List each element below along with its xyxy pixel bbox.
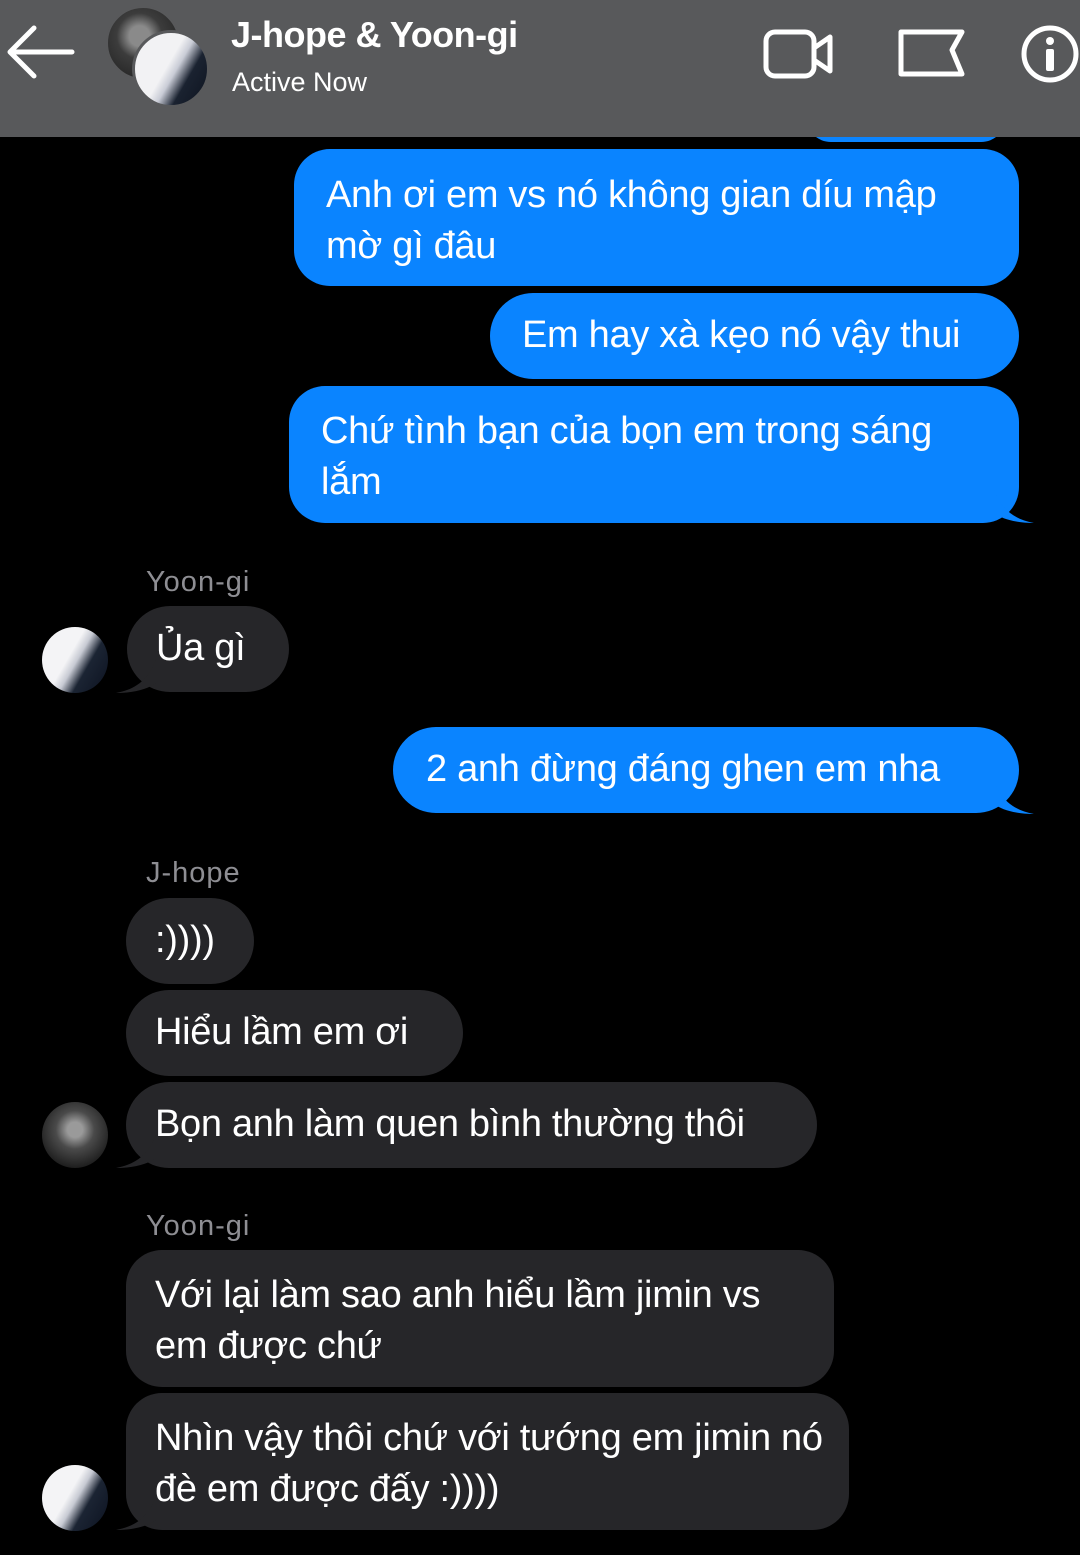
message-bubble-incoming[interactable]: Hiểu lầm em ơi [126,990,463,1076]
bubble-tail-incoming [116,659,156,693]
avatar-yoongi [132,30,210,108]
message-bubble-outgoing[interactable]: Em hay xà kẹo nó vậy thui [490,293,1019,379]
group-avatar[interactable] [106,6,210,108]
sender-name: J-hope [146,857,241,889]
bubble-tail-incoming [116,1496,156,1530]
message-text: Em hay xà kẹo nó vậy thui [522,314,961,356]
message-text: Nhìn vậy thôi chứ với tướng em jimin nó … [155,1417,823,1510]
message-text: Hiểu lầm em ơi [155,1011,409,1053]
chat-header: J-hope & Yoon-gi Active Now [0,0,1080,137]
message-bubble-outgoing[interactable]: Anh ơi em vs nó không gian díu mập mờ gì… [294,149,1019,286]
message-text: :)))) [155,919,215,961]
info-icon[interactable] [1018,24,1080,84]
message-text: Ủa gì [156,627,246,669]
avatar-jhope[interactable] [42,1102,108,1168]
active-status: Active Now [232,67,368,97]
message-bubble-incoming[interactable]: Nhìn vậy thôi chứ với tướng em jimin nó … [126,1393,849,1530]
message-thread[interactable]: Anh ơi em vs nó không gian díu mập mờ gì… [0,137,1080,1555]
message-bubble-outgoing-partial [806,137,1006,142]
message-bubble-incoming[interactable]: Bọn anh làm quen bình thường thôi [126,1082,817,1168]
video-call-icon[interactable] [762,24,836,84]
message-text: 2 anh đừng đáng ghen em nha [426,748,940,790]
conversation-title[interactable]: J-hope & Yoon-gi [231,14,518,56]
bubble-tail-outgoing [994,489,1034,523]
message-text: Chứ tình bạn của bọn em trong sáng lắm [321,410,932,503]
message-bubble-incoming[interactable]: Với lại làm sao anh hiểu lầm jimin vs em… [126,1250,834,1387]
message-bubble-incoming[interactable]: :)))) [126,898,254,984]
message-bubble-outgoing[interactable]: 2 anh đừng đáng ghen em nha [393,727,1019,813]
message-text: Bọn anh làm quen bình thường thôi [155,1103,745,1145]
flag-icon[interactable] [896,24,968,84]
bubble-tail-incoming [116,1134,156,1168]
avatar-yoongi[interactable] [42,627,108,693]
message-text: Với lại làm sao anh hiểu lầm jimin vs em… [155,1274,761,1367]
back-arrow-icon[interactable] [2,22,76,82]
sender-name: Yoon-gi [146,566,251,598]
message-text: Anh ơi em vs nó không gian díu mập mờ gì… [326,174,937,267]
sender-name: Yoon-gi [146,1210,251,1242]
avatar-yoongi[interactable] [42,1465,108,1531]
bubble-tail-outgoing [994,780,1034,814]
message-bubble-outgoing[interactable]: Chứ tình bạn của bọn em trong sáng lắm [289,386,1019,523]
